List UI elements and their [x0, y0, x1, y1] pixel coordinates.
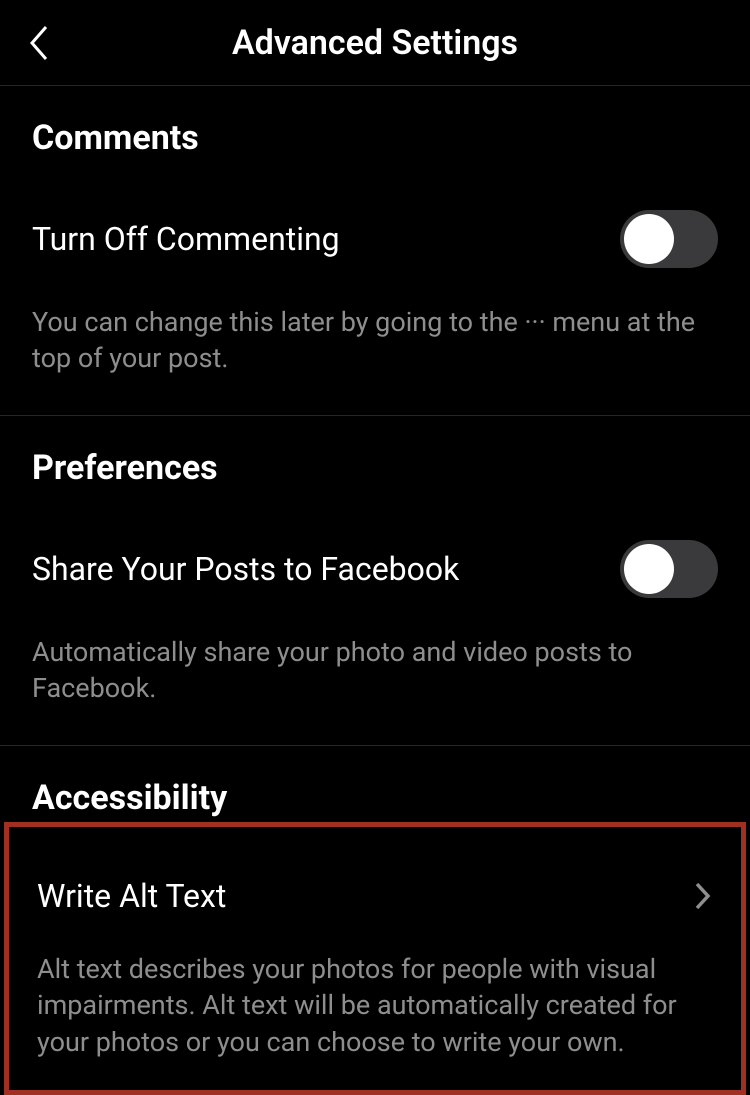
section-comments: Comments Turn Off Commenting You can cha… [0, 86, 750, 416]
toggle-knob [624, 214, 674, 264]
setting-row-commenting: Turn Off Commenting [32, 158, 718, 268]
section-accessibility: Accessibility [0, 746, 750, 818]
section-preferences: Preferences Share Your Posts to Facebook… [0, 416, 750, 746]
toggle-commenting[interactable] [620, 210, 718, 268]
back-icon[interactable] [24, 28, 54, 58]
setting-description-commenting: You can change this later by going to th… [32, 268, 718, 415]
page-title: Advanced Settings [0, 23, 750, 63]
section-title-comments: Comments [32, 86, 718, 158]
nav-row-alt-text[interactable]: Write Alt Text [37, 827, 713, 915]
chevron-right-icon [693, 881, 713, 911]
highlight-alt-text: Write Alt Text Alt text describes your p… [4, 822, 746, 1095]
setting-description-facebook: Automatically share your photo and video… [32, 598, 718, 745]
setting-row-facebook: Share Your Posts to Facebook [32, 488, 718, 598]
setting-label-facebook: Share Your Posts to Facebook [32, 550, 459, 588]
header: Advanced Settings [0, 0, 750, 86]
toggle-facebook[interactable] [620, 540, 718, 598]
setting-label-commenting: Turn Off Commenting [32, 220, 340, 258]
section-title-preferences: Preferences [32, 416, 718, 488]
setting-description-alt-text: Alt text describes your photos for peopl… [37, 915, 713, 1060]
toggle-knob [624, 544, 674, 594]
section-title-accessibility: Accessibility [32, 746, 718, 818]
nav-label-alt-text: Write Alt Text [37, 877, 226, 915]
